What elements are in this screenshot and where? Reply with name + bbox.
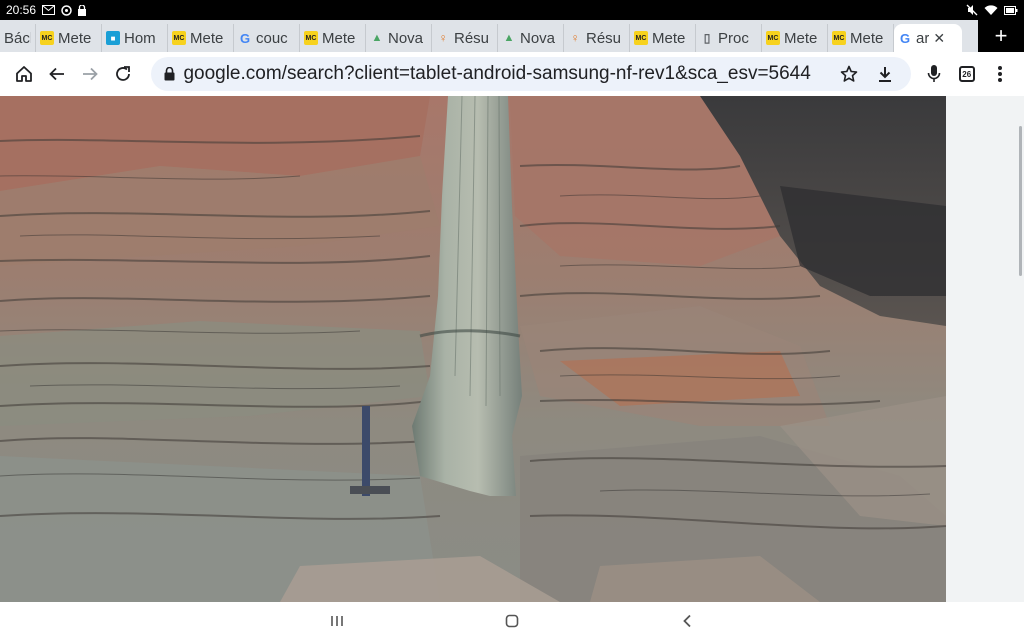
recent-apps-icon[interactable] xyxy=(317,606,357,636)
meteo-favicon-icon: MC xyxy=(832,31,846,45)
close-tab-icon[interactable]: ✕ xyxy=(933,30,945,47)
home-icon[interactable] xyxy=(8,55,41,93)
tab-switcher-button[interactable]: 26 xyxy=(950,55,983,93)
tab-label: Résu xyxy=(454,29,490,47)
mute-icon xyxy=(966,4,978,16)
tab-13[interactable]: MC Mete xyxy=(762,24,828,52)
wifi-icon xyxy=(984,4,998,16)
google-favicon-icon: G xyxy=(899,30,911,46)
url-text[interactable]: google.com/search?client=tablet-android-… xyxy=(183,63,831,85)
tab-label: Mete xyxy=(58,29,92,47)
tab-label: Mete xyxy=(322,29,356,47)
microphone-icon[interactable] xyxy=(917,55,950,93)
google-favicon-icon: G xyxy=(239,30,251,46)
forward-arrow-icon[interactable] xyxy=(74,55,107,93)
tab-active[interactable]: Gar ✕ xyxy=(894,24,962,52)
tab-label: ar xyxy=(916,29,930,47)
system-nav-bar xyxy=(0,602,1024,640)
lock-icon xyxy=(78,4,87,16)
battery-icon xyxy=(1004,5,1018,15)
back-arrow-icon[interactable] xyxy=(41,55,74,93)
nova-favicon-icon: ▲ xyxy=(503,32,515,44)
tab-5[interactable]: Gcouc xyxy=(234,24,300,52)
tab-label: Proc xyxy=(718,29,749,47)
tab-label: Mete xyxy=(784,29,818,47)
scrollbar[interactable] xyxy=(1019,126,1022,276)
tab-8[interactable]: ♀ Résu xyxy=(432,24,498,52)
right-pane xyxy=(946,96,1024,602)
url-path: /search?client=tablet-android-samsung-nf… xyxy=(281,63,811,84)
nova-favicon-icon: ▲ xyxy=(371,32,383,44)
tab-label: Résu xyxy=(586,29,622,47)
tab-strip: Bách MC Mete ■ Hom MC Mete Gcouc MC Mete ▲ No… xyxy=(0,20,1024,52)
meteo-favicon-icon: MC xyxy=(766,31,780,45)
tab-label: Bách xyxy=(4,29,31,47)
home-favicon-icon: ■ xyxy=(106,31,120,45)
tab-1[interactable]: Bách xyxy=(0,24,36,52)
meteo-favicon-icon: MC xyxy=(40,31,54,45)
tab-3[interactable]: ■ Hom xyxy=(102,24,168,52)
status-time: 20:56 xyxy=(6,3,37,17)
url-domain: google.com xyxy=(183,63,282,84)
tab-4[interactable]: MC Mete xyxy=(168,24,234,52)
reload-icon[interactable] xyxy=(107,55,140,93)
meteo-favicon-icon: MC xyxy=(634,31,648,45)
tab-12[interactable]: ▯ Proc xyxy=(696,24,762,52)
tab-label: Mete xyxy=(190,29,224,47)
status-bar: 20:56 xyxy=(0,0,1024,20)
tab-10[interactable]: ♀ Résu xyxy=(564,24,630,52)
tab-11[interactable]: MC Mete xyxy=(630,24,696,52)
tab-7[interactable]: ▲ Nova xyxy=(366,24,432,52)
back-nav-icon[interactable] xyxy=(667,606,707,636)
lock-icon xyxy=(159,67,179,81)
download-icon[interactable] xyxy=(867,57,903,91)
sync-icon xyxy=(61,4,72,16)
tab-label: Nova xyxy=(388,29,424,47)
resume-favicon-icon: ♀ xyxy=(570,31,580,45)
meteo-favicon-icon: MC xyxy=(304,31,318,45)
home-nav-icon[interactable] xyxy=(492,606,532,636)
star-icon[interactable] xyxy=(831,57,867,91)
tab-label: Hom xyxy=(124,29,156,47)
meteo-favicon-icon: MC xyxy=(172,31,186,45)
tab-9[interactable]: ▲ Nova xyxy=(498,24,564,52)
tab-2[interactable]: MC Mete xyxy=(36,24,102,52)
resume-favicon-icon: ♀ xyxy=(438,31,448,45)
rock-outcrop-image[interactable] xyxy=(0,96,946,602)
tab-count: 26 xyxy=(958,66,975,82)
address-bar[interactable]: google.com/search?client=tablet-android-… xyxy=(151,57,912,91)
document-favicon-icon: ▯ xyxy=(703,31,711,45)
tab-label: Mete xyxy=(652,29,686,47)
tab-6[interactable]: MC Mete xyxy=(300,24,366,52)
more-menu-icon[interactable] xyxy=(983,55,1016,93)
tab-14[interactable]: MC Mete xyxy=(828,24,894,52)
page-content xyxy=(0,96,1024,602)
tab-label: Nova xyxy=(520,29,556,47)
tab-label: couc xyxy=(256,29,288,47)
new-tab-button[interactable]: + xyxy=(978,20,1024,52)
tab-label: Mete xyxy=(850,29,884,47)
browser-toolbar: google.com/search?client=tablet-android-… xyxy=(0,52,1024,96)
mail-icon xyxy=(42,5,56,15)
